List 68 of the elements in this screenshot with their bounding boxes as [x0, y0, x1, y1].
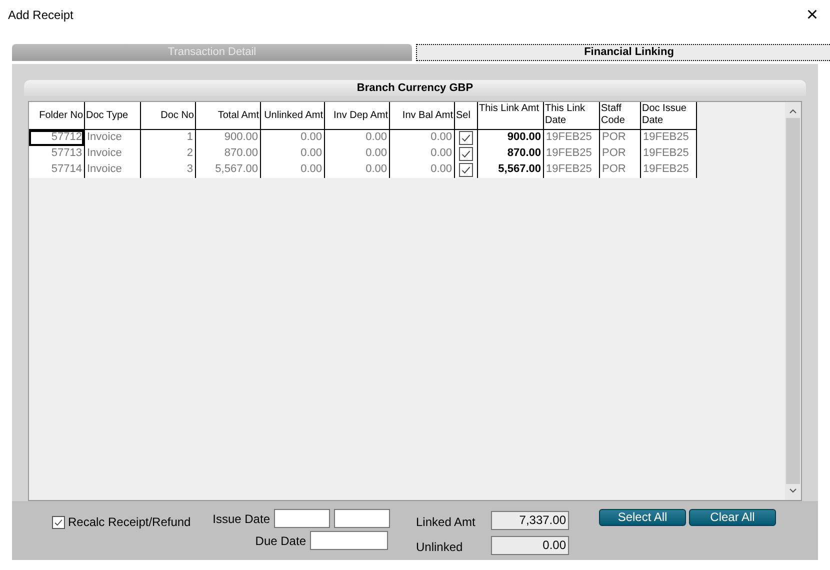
table-cell: 0.00: [390, 162, 455, 178]
field-label: Due Date: [255, 532, 306, 550]
amount-field: 7,337.00: [491, 510, 569, 530]
table-cell: 3: [141, 162, 196, 178]
table-cell: 870.00: [478, 146, 544, 162]
table-cell: 0.00: [390, 146, 455, 162]
column-header: Total Amt: [196, 102, 261, 130]
table-cell: 5,567.00: [478, 162, 544, 178]
table-cell: 0.00: [261, 146, 325, 162]
table-cell: Invoice: [85, 130, 141, 146]
table-cell: POR: [600, 130, 641, 146]
column-header: Sel: [455, 102, 478, 130]
action-button[interactable]: Select All: [599, 509, 686, 526]
table-cell: 0.00: [261, 162, 325, 178]
checkbox[interactable]: [459, 163, 473, 177]
column-header: Staff Code: [600, 102, 641, 130]
checkbox[interactable]: [52, 516, 65, 528]
panel-header: Branch Currency GBP: [24, 80, 806, 96]
column-header: Unlinked Amt: [261, 102, 325, 130]
table-cell: 900.00: [478, 130, 544, 146]
table-cell: 19FEB25: [544, 162, 600, 178]
column-header: Folder No: [29, 102, 85, 130]
input-field[interactable]: [310, 531, 388, 550]
table-cell: 19FEB25: [641, 146, 697, 162]
table-cell: 870.00: [196, 146, 261, 162]
table-cell: Invoice: [85, 162, 141, 178]
input-field[interactable]: [274, 509, 330, 528]
table-cell: 57713: [29, 146, 85, 162]
table-cell: 0.00: [261, 130, 325, 146]
column-header: Doc Issue Date: [641, 102, 697, 130]
table-cell: 0.00: [325, 162, 390, 178]
close-button[interactable]: ×: [802, 5, 822, 25]
table-cell: 19FEB25: [641, 130, 697, 146]
table-cell: 5,567.00: [196, 162, 261, 178]
field-label: Linked Amt: [416, 514, 476, 531]
window-title: Add Receipt: [8, 7, 74, 24]
column-header: Doc Type: [85, 102, 141, 130]
table-cell: 19FEB25: [544, 146, 600, 162]
field-label: Issue Date: [212, 510, 270, 528]
table-cell: 19FEB25: [544, 130, 600, 146]
table-cell: POR: [600, 146, 641, 162]
action-button[interactable]: Clear All: [689, 509, 776, 526]
table-cell: 19FEB25: [641, 162, 697, 178]
field-label: Unlinked: [416, 539, 464, 556]
table-cell: 2: [141, 146, 196, 162]
table-cell: 57712: [29, 130, 85, 146]
column-header: This Link Amt: [478, 102, 544, 130]
column-header: Inv Bal Amt: [390, 102, 455, 130]
checkbox-label: Recalc Receipt/Refund: [68, 514, 191, 531]
scroll-up-icon[interactable]: [789, 108, 797, 114]
table-cell: Invoice: [85, 146, 141, 162]
tab[interactable]: Financial Linking: [416, 44, 830, 61]
table-cell: 0.00: [390, 130, 455, 146]
table-cell: 57714: [29, 162, 85, 178]
scrollbar[interactable]: [785, 102, 801, 500]
scroll-down-icon[interactable]: [789, 488, 797, 494]
table-cell: 900.00: [196, 130, 261, 146]
table-cell: 0.00: [325, 146, 390, 162]
amount-field: 0.00: [491, 536, 569, 554]
table-cell: 1: [141, 130, 196, 146]
column-header: Doc No: [141, 102, 196, 130]
table-cell: 0.00: [325, 130, 390, 146]
column-header: Inv Dep Amt: [325, 102, 390, 130]
checkbox[interactable]: [459, 131, 473, 145]
table-cell: POR: [600, 162, 641, 178]
input-field[interactable]: [334, 509, 390, 528]
column-header: This Link Date: [544, 102, 600, 130]
checkbox[interactable]: [459, 147, 473, 161]
